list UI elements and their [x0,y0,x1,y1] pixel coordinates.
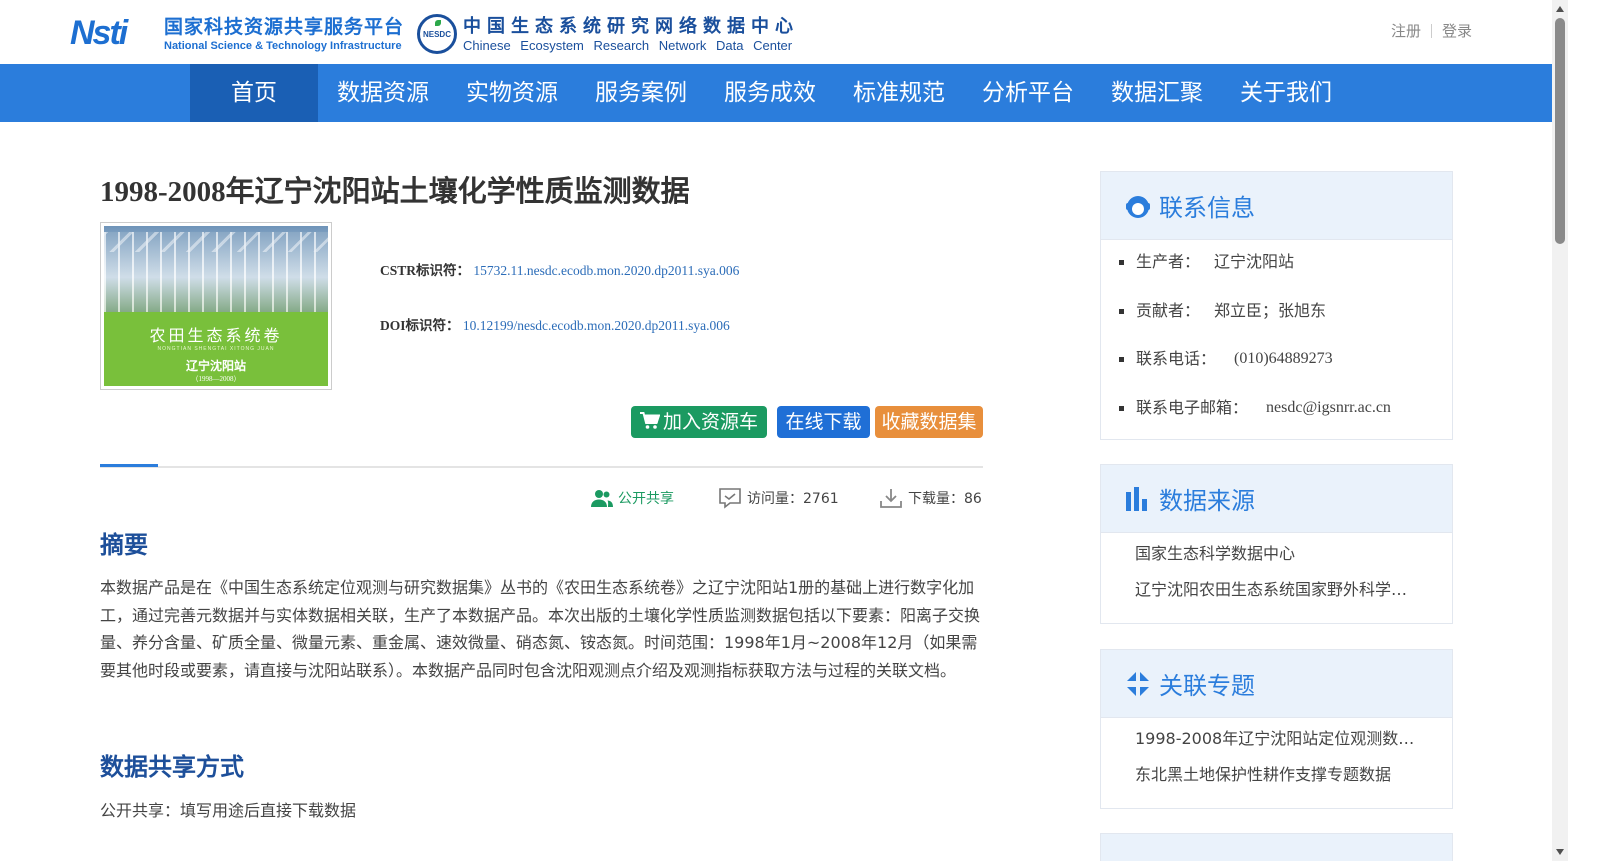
online-download-button[interactable]: 在线下载 [777,406,870,438]
download-count: 下载量：86 [879,486,982,510]
nesdc-logo[interactable]: NESDC 中国生态系统研究网络数据中心 Chinese Ecosystem R… [417,14,799,54]
related-topic-item[interactable]: 东北黑土地保护性耕作支撑专题数据 [1135,762,1425,798]
visit-count-label: 访问量：2761 [747,491,839,507]
cstr-label: CSTR标识符： [380,263,471,278]
add-to-cart-label: 加入资源车 [662,411,758,433]
data-source-panel: 数据来源 国家生态科学数据中心 辽宁沈阳农田生态系统国家野外科学… [1100,464,1453,624]
tab-divider [100,466,983,468]
related-topics-panel-title: 关联专题 [1159,672,1255,700]
data-source-item[interactable]: 辽宁沈阳农田生态系统国家野外科学… [1135,577,1425,613]
main-nav: 首页 数据资源 实物资源 服务案例 服务成效 标准规范 分析平台 数据汇聚 关于… [0,64,1552,122]
nsti-name-cn: 国家科技资源共享服务平台 [164,15,405,38]
nesdc-name-cn: 中国生态系统研究网络数据中心 [463,16,799,37]
login-link[interactable]: 登录 [1442,20,1472,41]
topics-icon [1127,671,1149,696]
nav-about-us[interactable]: 关于我们 [1221,64,1350,122]
download-icon [880,489,902,508]
abstract-text: 本数据产品是在《中国生态系统定位观测与研究数据集》丛书的《农田生态系统卷》之辽宁… [100,578,981,680]
share-status: 公开共享 [591,486,674,510]
auth-divider [1431,23,1433,38]
contact-panel-title: 联系信息 [1159,194,1255,222]
sharing-text: 公开共享：填写用途后直接下载数据 [100,801,357,820]
nav-data-aggregation[interactable]: 数据汇聚 [1092,64,1221,122]
register-link[interactable]: 注册 [1391,20,1421,41]
nsti-name-en: National Science & Technology Infrastruc… [164,39,402,52]
contact-person-icon [1126,195,1150,218]
favorite-dataset-button[interactable]: 收藏数据集 [875,406,983,438]
nav-service-results[interactable]: 服务成效 [705,64,834,122]
contact-email: 联系电子邮箱： nesdc@igsnrr.ac.cn [1119,394,1452,443]
users-icon [591,490,613,507]
scroll-up-arrow-icon[interactable] [1556,6,1564,12]
doi-label: DOI标识符： [380,318,460,333]
bar-chart-icon [1126,486,1147,511]
doi-link[interactable]: 10.12199/nesdc.ecodb.mon.2020.dp2011.sya… [463,318,730,333]
dataset-title: 1998-2008年辽宁沈阳站土壤化学性质监测数据 [100,176,690,208]
top-header: Nsti 国家科技资源共享服务平台 National Science & Tec… [0,0,1552,64]
download-count-label: 下载量：86 [908,491,982,507]
nav-analysis-platform[interactable]: 分析平台 [963,64,1092,122]
cover-years: （1998—2008） [191,375,241,383]
data-source-panel-title: 数据来源 [1159,487,1255,515]
cstr-link[interactable]: 15732.11.nesdc.ecodb.mon.2020.dp2011.sya… [473,263,739,278]
cstr-identifier: CSTR标识符： 15732.11.nesdc.ecodb.mon.2020.d… [380,259,739,279]
related-topics-list: 1998-2008年辽宁沈阳站定位观测数据集 东北黑土地保护性耕作支撑专题数据 [1101,718,1452,797]
contact-phone: 联系电话： (010)64889273 [1119,345,1452,394]
cart-icon [639,412,660,429]
dataset-cover-image: 农田生态系统卷 NONGTIAN SHENGTAI XITONG JUAN 辽宁… [100,222,332,390]
next-panel-partial [1100,833,1453,861]
auth-links: 注册 登录 [1391,20,1472,41]
page-scrollbar[interactable] [1552,0,1568,861]
add-to-cart-button[interactable]: 加入资源车 [631,406,767,438]
nsti-logo[interactable]: Nsti 国家科技资源共享服务平台 National Science & Tec… [70,14,404,53]
scroll-thumb[interactable] [1555,18,1565,244]
visit-count: 访问量：2761 [718,486,839,510]
tab-active-indicator [100,464,158,467]
nesdc-logo-mark: NESDC [417,14,457,54]
data-source-item[interactable]: 国家生态科学数据中心 [1135,541,1425,577]
nav-home[interactable]: 首页 [190,64,318,122]
contact-panel: 联系信息 生产者： 辽宁沈阳站 贡献者： 郑立臣；张旭东 联系电话： (010)… [1100,171,1453,440]
scroll-down-arrow-icon[interactable] [1556,849,1564,855]
related-topic-item[interactable]: 1998-2008年辽宁沈阳站定位观测数据集 [1135,726,1425,762]
nav-data-resources[interactable]: 数据资源 [318,64,447,122]
abstract-heading: 摘要 [100,531,148,559]
contact-contributor: 贡献者： 郑立臣；张旭东 [1119,297,1452,346]
nav-service-cases[interactable]: 服务案例 [576,64,705,122]
contact-list: 生产者： 辽宁沈阳站 贡献者： 郑立臣；张旭东 联系电话： (010)64889… [1101,240,1452,442]
contact-producer: 生产者： 辽宁沈阳站 [1119,248,1452,297]
related-topics-panel: 关联专题 1998-2008年辽宁沈阳站定位观测数据集 东北黑土地保护性耕作支撑… [1100,649,1453,809]
share-status-label: 公开共享 [618,491,674,507]
nav-standards[interactable]: 标准规范 [834,64,963,122]
cover-station: 辽宁沈阳站 [185,359,246,373]
nav-physical-resources[interactable]: 实物资源 [447,64,576,122]
comment-icon [719,488,741,509]
nesdc-name-en: Chinese Ecosystem Research Network Data … [463,38,793,53]
cover-title: 农田生态系统卷 [149,326,283,345]
greenhouse-photo [104,232,328,312]
doi-identifier: DOI标识符： 10.12199/nesdc.ecodb.mon.2020.dp… [380,314,730,334]
cover-subtitle: NONGTIAN SHENGTAI XITONG JUAN [157,346,275,352]
data-source-list: 国家生态科学数据中心 辽宁沈阳农田生态系统国家野外科学… [1101,533,1452,612]
sharing-heading: 数据共享方式 [100,753,244,781]
nsti-logo-mark: Nsti [70,14,128,52]
